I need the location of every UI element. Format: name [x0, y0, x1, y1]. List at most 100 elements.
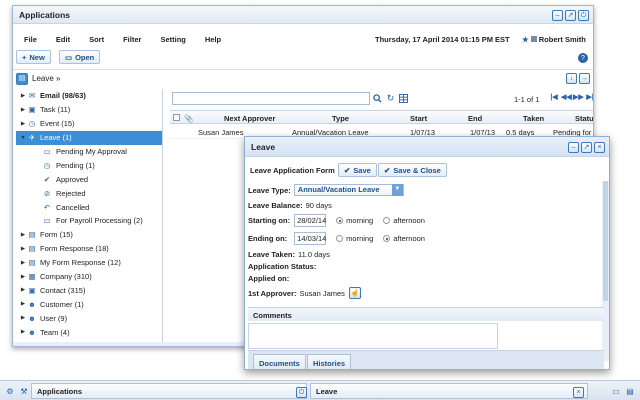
tree-item[interactable]: ▶ ☻ User (9) [16, 311, 162, 325]
tab-histories[interactable]: Histories [307, 354, 352, 369]
arrow-right-icon[interactable]: → [579, 73, 590, 84]
tree-item[interactable]: ▶ ▤ Form (15) [16, 228, 162, 242]
save-button[interactable]: ✔ Save [338, 163, 377, 177]
taskbar: ⚙ ⚒ Applications ⏻ Leave × ▭ ▤ [0, 380, 640, 400]
popout-icon[interactable]: ↗ [565, 10, 576, 21]
tab-documents[interactable]: Documents [253, 354, 306, 369]
first-page-icon[interactable]: |◀ [549, 93, 559, 104]
close-icon[interactable]: × [594, 142, 605, 153]
new-button[interactable]: + New [16, 50, 51, 64]
start-morning-radio[interactable] [336, 217, 344, 224]
minimize-icon[interactable]: – [568, 142, 579, 153]
menu-filter[interactable]: Filter [123, 35, 141, 44]
start-afternoon-radio[interactable] [383, 217, 391, 224]
menu-edit[interactable]: Edit [56, 35, 70, 44]
col-end[interactable]: End [468, 114, 482, 123]
refresh-icon[interactable]: ↻ [385, 93, 396, 104]
settings-icon[interactable]: ⚒ [18, 385, 30, 397]
expand-right-icon[interactable]: ▶ [19, 260, 27, 266]
user-icon: ☻ [28, 313, 36, 323]
menu-setting[interactable]: Setting [160, 35, 185, 44]
expand-right-icon[interactable]: ▶ [19, 329, 27, 335]
search-input[interactable] [172, 92, 370, 105]
tree-item-label: Form Response (18) [40, 244, 109, 254]
col-taken[interactable]: Taken [523, 114, 544, 123]
tree-item[interactable]: ▶ ▤ Form Response (18) [16, 242, 162, 256]
comments-textarea[interactable] [248, 323, 498, 349]
save-close-button[interactable]: ✔ Save & Close [378, 163, 447, 177]
tree-item[interactable]: ▶ ◷ Event (15) [16, 117, 162, 131]
arrow-down-icon[interactable]: ↓ [566, 73, 577, 84]
minimize-icon[interactable]: – [552, 10, 563, 21]
expand-right-icon[interactable]: ▶ [19, 246, 27, 252]
select-all-checkbox[interactable] [173, 114, 180, 121]
user-menu[interactable]: ★ Robert Smith [522, 35, 586, 44]
tree-item[interactable]: ▶ ☻ Team (4) [16, 325, 162, 339]
expand-down-icon[interactable]: ▼ [19, 135, 27, 141]
leave-titlebar[interactable]: Leave [245, 137, 609, 157]
expand-right-icon[interactable]: ▶ [19, 287, 27, 293]
form-title: Leave Application Form [250, 166, 335, 175]
tree-item[interactable]: ▶ ☻ Customer (1) [16, 297, 162, 311]
expand-right-icon[interactable]: ▶ [19, 301, 27, 307]
expand-right-icon[interactable]: ▶ [19, 232, 27, 238]
open-button[interactable]: ▭ Open [59, 50, 101, 64]
tree-item-label: Approved [56, 174, 89, 184]
taskbar-item-applications[interactable]: Applications [31, 383, 307, 399]
col-start[interactable]: Start [410, 114, 427, 123]
col-type[interactable]: Type [332, 114, 349, 123]
form-icon: ▤ [28, 230, 36, 240]
vertical-scrollbar[interactable] [602, 181, 609, 361]
prev-page-icon[interactable]: ◀◀ [561, 93, 572, 104]
balance-value: 90 days [305, 201, 332, 210]
pick-approver-icon[interactable]: ☝ [348, 287, 361, 299]
grid-view-icon[interactable] [398, 93, 409, 104]
next-page-icon[interactable]: ▶▶ [573, 93, 584, 104]
scroll-thumb[interactable] [603, 181, 608, 301]
help-icon[interactable]: ? [578, 53, 588, 63]
breadcrumb[interactable]: Leave » [32, 74, 60, 83]
close-icon[interactable]: × [573, 387, 584, 398]
tree-item[interactable]: ▶ ▣ Contact (315) [16, 283, 162, 297]
gear-icon[interactable]: ⚙ [4, 385, 16, 397]
ending-date-input[interactable]: 14/03/14 [294, 232, 326, 245]
tree-item[interactable]: ▶ ▤ My Form Response (12) [16, 256, 162, 270]
last-page-icon[interactable]: ▶| [585, 93, 593, 104]
expand-right-icon[interactable]: ▶ [19, 121, 27, 127]
expand-right-icon[interactable]: ▶ [19, 107, 27, 113]
col-next-approver[interactable]: Next Approver [224, 114, 275, 123]
desktop-icon[interactable]: ▭ [610, 385, 622, 397]
col-status[interactable]: Status [575, 114, 593, 123]
leave-dialog-title: Leave [251, 141, 276, 152]
expand-right-icon[interactable]: ▶ [19, 274, 27, 280]
applications-titlebar[interactable]: Applications [13, 6, 593, 24]
leave-type-select[interactable]: Annual/Vacation Leave ▼ [293, 184, 404, 196]
menu-help[interactable]: Help [205, 35, 221, 44]
tree-item[interactable]: ▼ ✈ Leave (1) [16, 130, 162, 145]
taken-value: 11.0 days [297, 250, 330, 259]
end-afternoon-radio[interactable] [383, 235, 391, 242]
menu-sort[interactable]: Sort [89, 35, 104, 44]
tree-item[interactable]: ▶ ▣ Task (11) [16, 103, 162, 117]
popout-icon[interactable]: ↗ [581, 142, 592, 153]
expand-right-icon[interactable]: ▶ [19, 93, 27, 99]
starting-date-input[interactable]: 28/02/14 [294, 214, 326, 227]
power-icon[interactable]: ⏻ [296, 387, 307, 398]
taskbar-item-leave[interactable]: Leave [310, 383, 588, 399]
tree-item[interactable]: ▶ ▦ Company (310) [16, 270, 162, 284]
tree-toggle-icon[interactable]: ▤ [16, 72, 28, 85]
window-list-icon[interactable]: ▤ [624, 385, 636, 397]
expand-right-icon[interactable]: ▶ [19, 315, 27, 321]
menu-file[interactable]: File [24, 35, 37, 44]
tree-item[interactable]: ◷ Pending (1) [16, 158, 162, 172]
tree-item[interactable]: ▭ Pending My Approval [16, 145, 162, 159]
tree-item[interactable]: ▭ For Payroll Processing (2) [16, 214, 162, 228]
search-icon[interactable] [372, 93, 383, 104]
tree-item[interactable]: ▶ ✉ Email (98/63) [16, 89, 162, 103]
tree-item[interactable]: ⊘ Rejected [16, 186, 162, 200]
power-icon[interactable]: ⏻ [578, 10, 589, 21]
tree-item[interactable]: ↶ Cancelled [16, 200, 162, 214]
tree-item[interactable]: ✔ Approved [16, 172, 162, 186]
end-morning-radio[interactable] [336, 235, 344, 242]
star-icon: ★ [522, 34, 529, 44]
